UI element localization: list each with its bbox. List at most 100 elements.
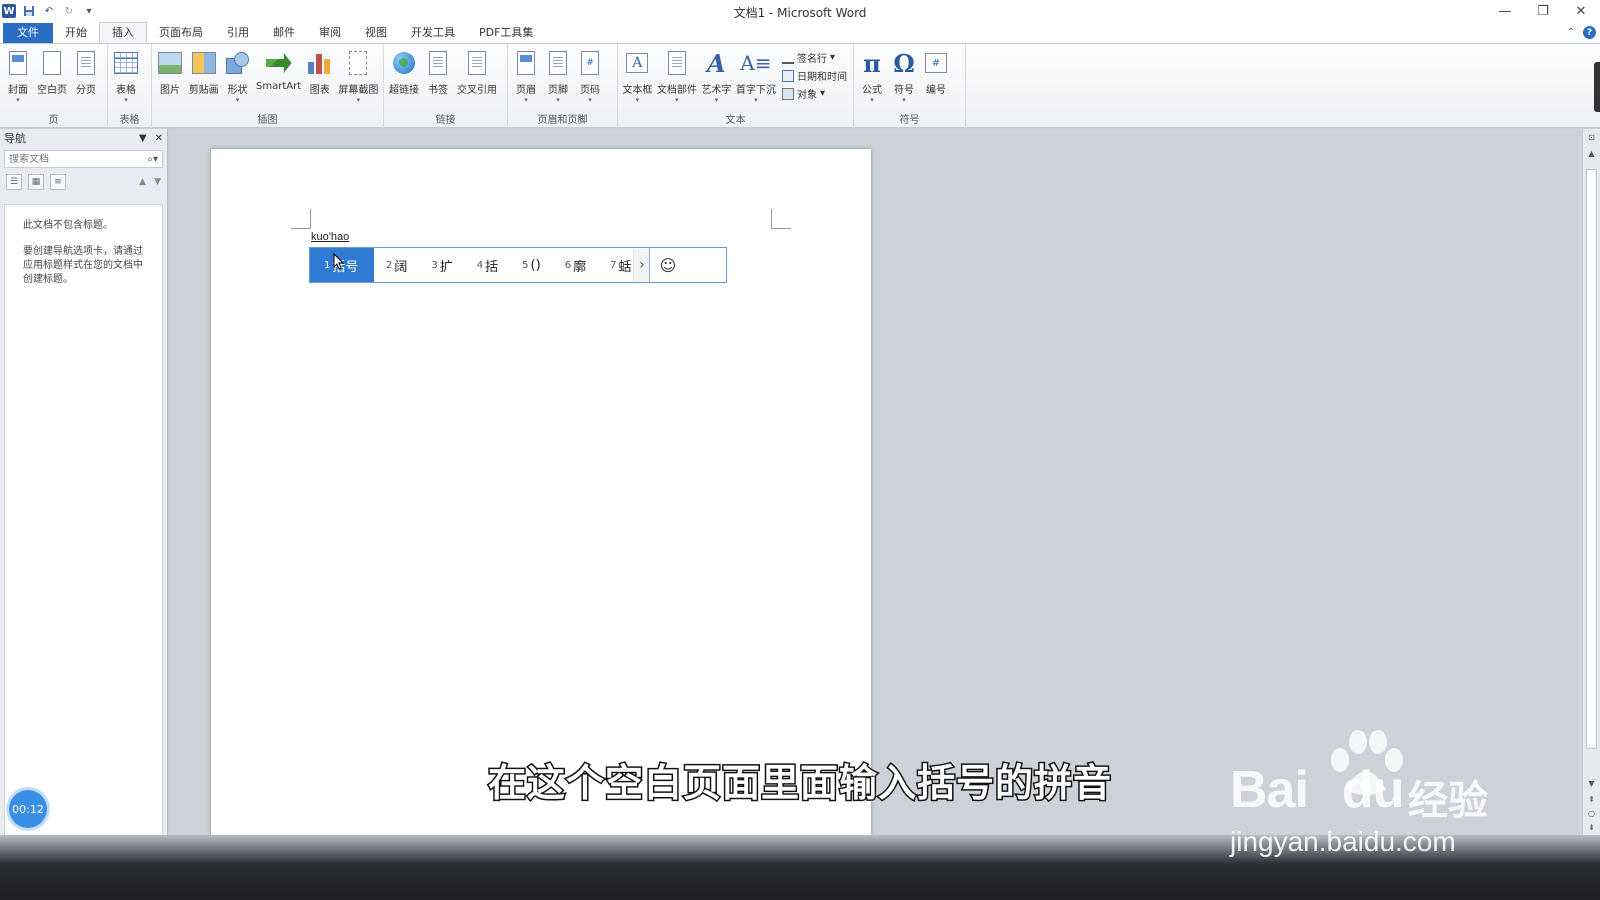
ribbon: 封面 ▾ 空白页 分页 页 表格 ▾ 表格 图片 剪贴画 形状 ▾ SmartA… xyxy=(0,43,1600,128)
tab-insert[interactable]: 插入 xyxy=(99,22,147,43)
group-label-symbols: 符号 xyxy=(899,115,920,126)
signature-line-button[interactable]: 签名行 ▾ xyxy=(782,50,847,65)
scroll-up-icon[interactable]: ▲ xyxy=(1583,149,1600,161)
ime-candidate-window: 1 括号 2阔 3扩 4括 5() 6廓 7蛞 › ☺ xyxy=(309,247,727,283)
search-icon[interactable]: ⌕▾ xyxy=(147,154,158,165)
minimize-ribbon-icon[interactable]: ⌃ xyxy=(1567,27,1575,38)
picture-icon xyxy=(158,52,182,74)
cover-page-icon xyxy=(9,51,27,75)
save-icon[interactable] xyxy=(22,4,36,18)
tab-page-layout[interactable]: 页面布局 xyxy=(147,23,215,43)
group-label-page: 页 xyxy=(48,115,59,126)
customize-qat-icon[interactable]: ▾ xyxy=(82,4,96,18)
nav-help-text: 要创建导航选项卡，请通过应用标题样式在您的文档中创建标题。 xyxy=(23,246,143,285)
text-box-icon: A xyxy=(626,53,649,73)
browse-headings-icon[interactable]: ☰ xyxy=(6,174,22,190)
object-icon xyxy=(782,87,794,100)
ime-candidate-6[interactable]: 6廓 xyxy=(553,248,598,282)
tab-home[interactable]: 开始 xyxy=(53,23,99,43)
shapes-icon xyxy=(226,52,250,74)
nav-options-icon[interactable]: ▼ xyxy=(139,133,147,144)
close-button[interactable]: ✕ xyxy=(1562,0,1600,22)
chart-icon xyxy=(307,52,332,74)
smartart-icon xyxy=(265,53,292,73)
watermark-url-text: jingyan.baidu.com xyxy=(1230,826,1456,857)
watermark-brand-text: Bai du xyxy=(1230,761,1404,819)
group-table: 表格 ▾ 表格 xyxy=(108,44,152,128)
screenshot-icon xyxy=(349,51,368,75)
number-icon: # xyxy=(925,53,947,73)
date-time-button[interactable]: 日期和时间 xyxy=(782,68,847,83)
object-button[interactable]: 对象 ▾ xyxy=(782,86,847,101)
ruler-toggle-icon[interactable]: ⊡ xyxy=(1583,133,1600,145)
ime-candidate-3[interactable]: 3扩 xyxy=(419,248,464,282)
ime-candidate-2[interactable]: 2阔 xyxy=(374,248,419,282)
nav-search-input[interactable] xyxy=(9,153,129,165)
mouse-cursor-icon xyxy=(333,253,345,270)
restore-button[interactable]: ❐ xyxy=(1524,0,1562,22)
tab-pdf-tools[interactable]: PDF工具集 xyxy=(467,23,545,43)
quick-access-toolbar: W ↶ ↻ ▾ xyxy=(0,0,96,22)
drop-cap-icon: A≡ xyxy=(740,51,772,75)
calendar-icon xyxy=(782,69,794,82)
tab-review[interactable]: 审阅 xyxy=(307,23,353,43)
footer-icon xyxy=(549,51,567,75)
select-browse-object-icon[interactable]: ○ xyxy=(1583,809,1600,821)
watermark-cn-text: 经验 xyxy=(1408,778,1488,824)
group-label-links: 链接 xyxy=(435,115,456,126)
signature-line-icon xyxy=(782,52,794,64)
group-symbols: π 公式 ▾ Ω 符号 ▾ # 编号 符号 xyxy=(854,44,966,128)
tab-file[interactable]: 文件 xyxy=(3,23,53,43)
page-number-icon: # xyxy=(581,51,599,75)
margin-corner-top-right xyxy=(771,209,791,229)
nav-title: 导航 xyxy=(4,132,26,145)
emoji-icon[interactable]: ☺ xyxy=(649,248,685,282)
group-header-footer: 页眉 ▾ 页脚 ▾ # 页码 ▾ 页眉和页脚 xyxy=(508,44,618,128)
group-illustrations: 图片 剪贴画 形状 ▾ SmartArt 图表 屏幕截图 ▾ 插图 xyxy=(152,44,384,128)
cross-reference-icon xyxy=(468,51,486,75)
previous-arrow-icon[interactable]: ▲ xyxy=(139,177,146,187)
tab-references[interactable]: 引用 xyxy=(215,23,261,43)
blank-page-icon xyxy=(43,51,61,75)
undo-icon[interactable]: ↶ xyxy=(42,4,56,18)
pi-icon: π xyxy=(863,48,881,78)
tab-developer[interactable]: 开发工具 xyxy=(399,23,467,43)
redo-icon[interactable]: ↻ xyxy=(62,4,76,18)
omega-icon: Ω xyxy=(893,48,915,78)
nav-no-headings-text: 此文档不包含标题。 xyxy=(23,220,113,231)
quick-parts-icon xyxy=(667,51,686,75)
tab-view[interactable]: 视图 xyxy=(353,23,399,43)
wordart-icon: A xyxy=(707,48,726,78)
bookmark-icon xyxy=(429,51,447,75)
window-edge-handle xyxy=(1594,62,1600,112)
browse-pages-icon[interactable]: ▦ xyxy=(28,174,44,190)
header-icon xyxy=(517,51,535,75)
group-label-table: 表格 xyxy=(119,115,140,126)
baidu-watermark: Bai du 经验 jingyan.baidu.com xyxy=(1230,730,1560,860)
chevron-right-icon[interactable]: › xyxy=(633,249,650,281)
next-arrow-icon[interactable]: ▼ xyxy=(154,177,161,187)
ribbon-tabs: 文件 开始 插入 页面布局 引用 邮件 审阅 视图 开发工具 PDF工具集 ⌃ … xyxy=(0,22,1600,43)
nav-search-box[interactable]: ⌕▾ xyxy=(4,150,163,168)
page-break-icon xyxy=(77,51,95,75)
help-icon[interactable]: ? xyxy=(1583,26,1596,39)
ime-candidate-7[interactable]: 7蛞 xyxy=(598,248,633,282)
browse-results-icon[interactable]: ≡ xyxy=(50,174,66,190)
minimize-button[interactable]: — xyxy=(1486,0,1524,22)
group-label-text: 文本 xyxy=(725,115,746,126)
scrollbar-thumb[interactable] xyxy=(1586,169,1597,749)
word-logo-icon[interactable]: W xyxy=(2,4,16,18)
ime-composition-text: kuo'hao xyxy=(311,231,350,243)
title-bar: W ↶ ↻ ▾ 文档1 - Microsoft Word — ❐ ✕ xyxy=(0,0,1600,22)
nav-close-icon[interactable]: ✕ xyxy=(155,133,163,144)
group-label-illustrations: 插图 xyxy=(257,115,278,126)
ime-candidate-4[interactable]: 4括 xyxy=(465,248,510,282)
ime-candidate-5[interactable]: 5() xyxy=(510,248,553,282)
window-title: 文档1 - Microsoft Word xyxy=(733,6,867,20)
group-links: 超链接 书签 交叉引用 链接 xyxy=(384,44,508,128)
tab-mailings[interactable]: 邮件 xyxy=(261,23,307,43)
hyperlink-globe-icon xyxy=(393,52,415,74)
next-page-icon[interactable]: ⇟ xyxy=(1583,823,1600,835)
group-text: A 文本框 ▾ 文档部件 ▾ A 艺术字 ▾ A≡ 首字下沉 ▾ 签名行 ▾ 日期和时间 … xyxy=(618,44,854,128)
clip-art-icon xyxy=(191,52,216,74)
